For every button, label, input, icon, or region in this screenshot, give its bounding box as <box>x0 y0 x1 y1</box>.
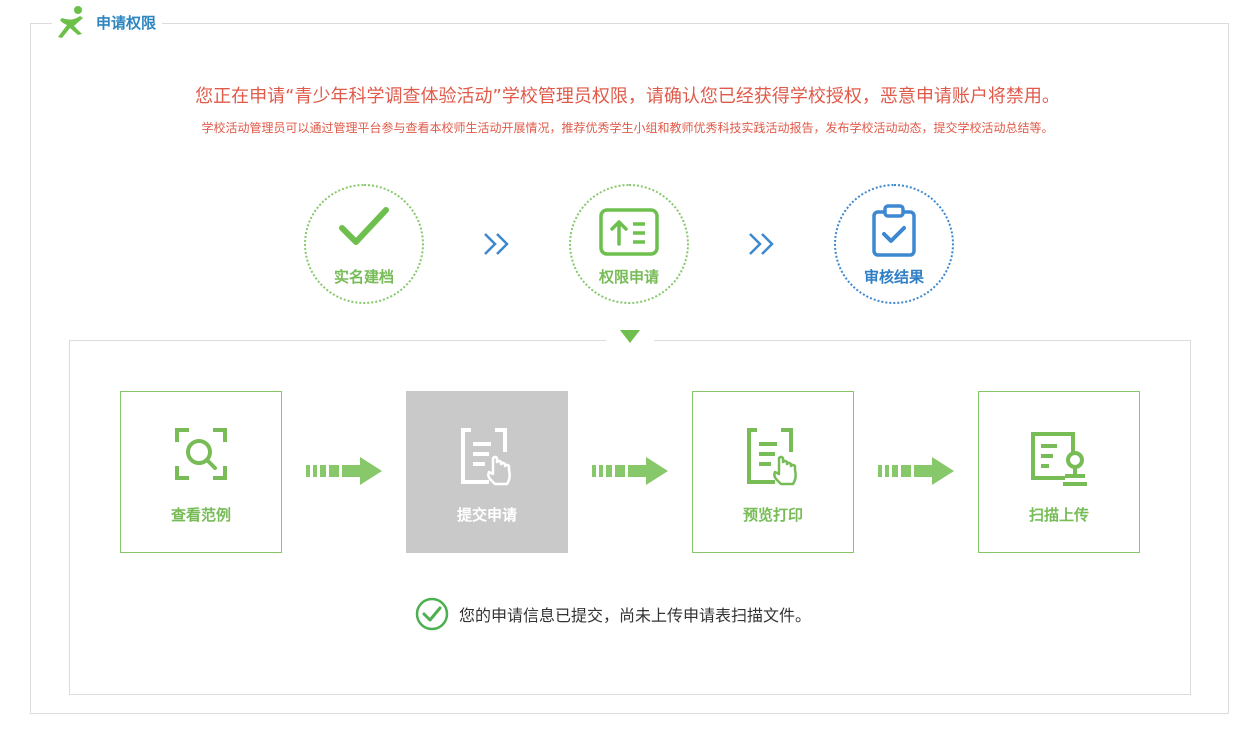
document-stamp-icon <box>1031 432 1087 486</box>
notice-sub: 学校活动管理员可以通过管理平台参与查看本校师生活动开展情况，推荐优秀学生小组和教… <box>201 121 1054 135</box>
panel-header: 申请权限 <box>52 6 163 38</box>
section-title: 申请权限 <box>96 13 157 32</box>
stage-permission-apply: 权限申请 <box>569 184 689 304</box>
status-text: 您的申请信息已提交，尚未上传申请表扫描文件。 <box>459 606 812 625</box>
dashed-arrow-icon <box>592 457 668 485</box>
document-hand-icon <box>747 428 797 486</box>
step-submit-application[interactable]: 提交申请 <box>406 391 568 553</box>
step-label: 扫描上传 <box>1028 506 1089 524</box>
step-label: 预览打印 <box>742 506 803 524</box>
step-view-example[interactable]: 查看范例 <box>120 391 282 553</box>
stage-label: 实名建档 <box>333 268 394 286</box>
double-chevron-icon <box>749 233 774 255</box>
clipboard-check-icon <box>872 204 916 257</box>
document-hand-icon <box>461 428 511 486</box>
notice-main: 您正在申请“青少年科学调查体验活动”学校管理员权限，请确认您已经获得学校授权，恶… <box>195 86 1060 107</box>
dashed-arrow-icon <box>878 457 954 485</box>
search-scan-icon <box>175 428 227 480</box>
step-label: 查看范例 <box>170 506 231 524</box>
upload-list-icon <box>599 208 659 256</box>
double-chevron-icon <box>484 233 509 255</box>
dashed-arrow-icon <box>306 457 382 485</box>
step-label: 提交申请 <box>456 506 517 524</box>
checkmark-icon <box>339 207 389 245</box>
stage-label: 权限申请 <box>598 268 659 286</box>
status-message: 您的申请信息已提交，尚未上传申请表扫描文件。 <box>415 597 811 631</box>
stage-review-result: 审核结果 <box>834 184 954 304</box>
stage-label: 审核结果 <box>863 268 924 286</box>
running-person-icon <box>58 6 83 38</box>
step-scan-upload[interactable]: 扫描上传 <box>978 391 1140 553</box>
check-circle-icon <box>415 597 449 631</box>
step-preview-print[interactable]: 预览打印 <box>692 391 854 553</box>
stage-real-name: 实名建档 <box>304 184 424 304</box>
stage-pointer <box>620 330 640 343</box>
